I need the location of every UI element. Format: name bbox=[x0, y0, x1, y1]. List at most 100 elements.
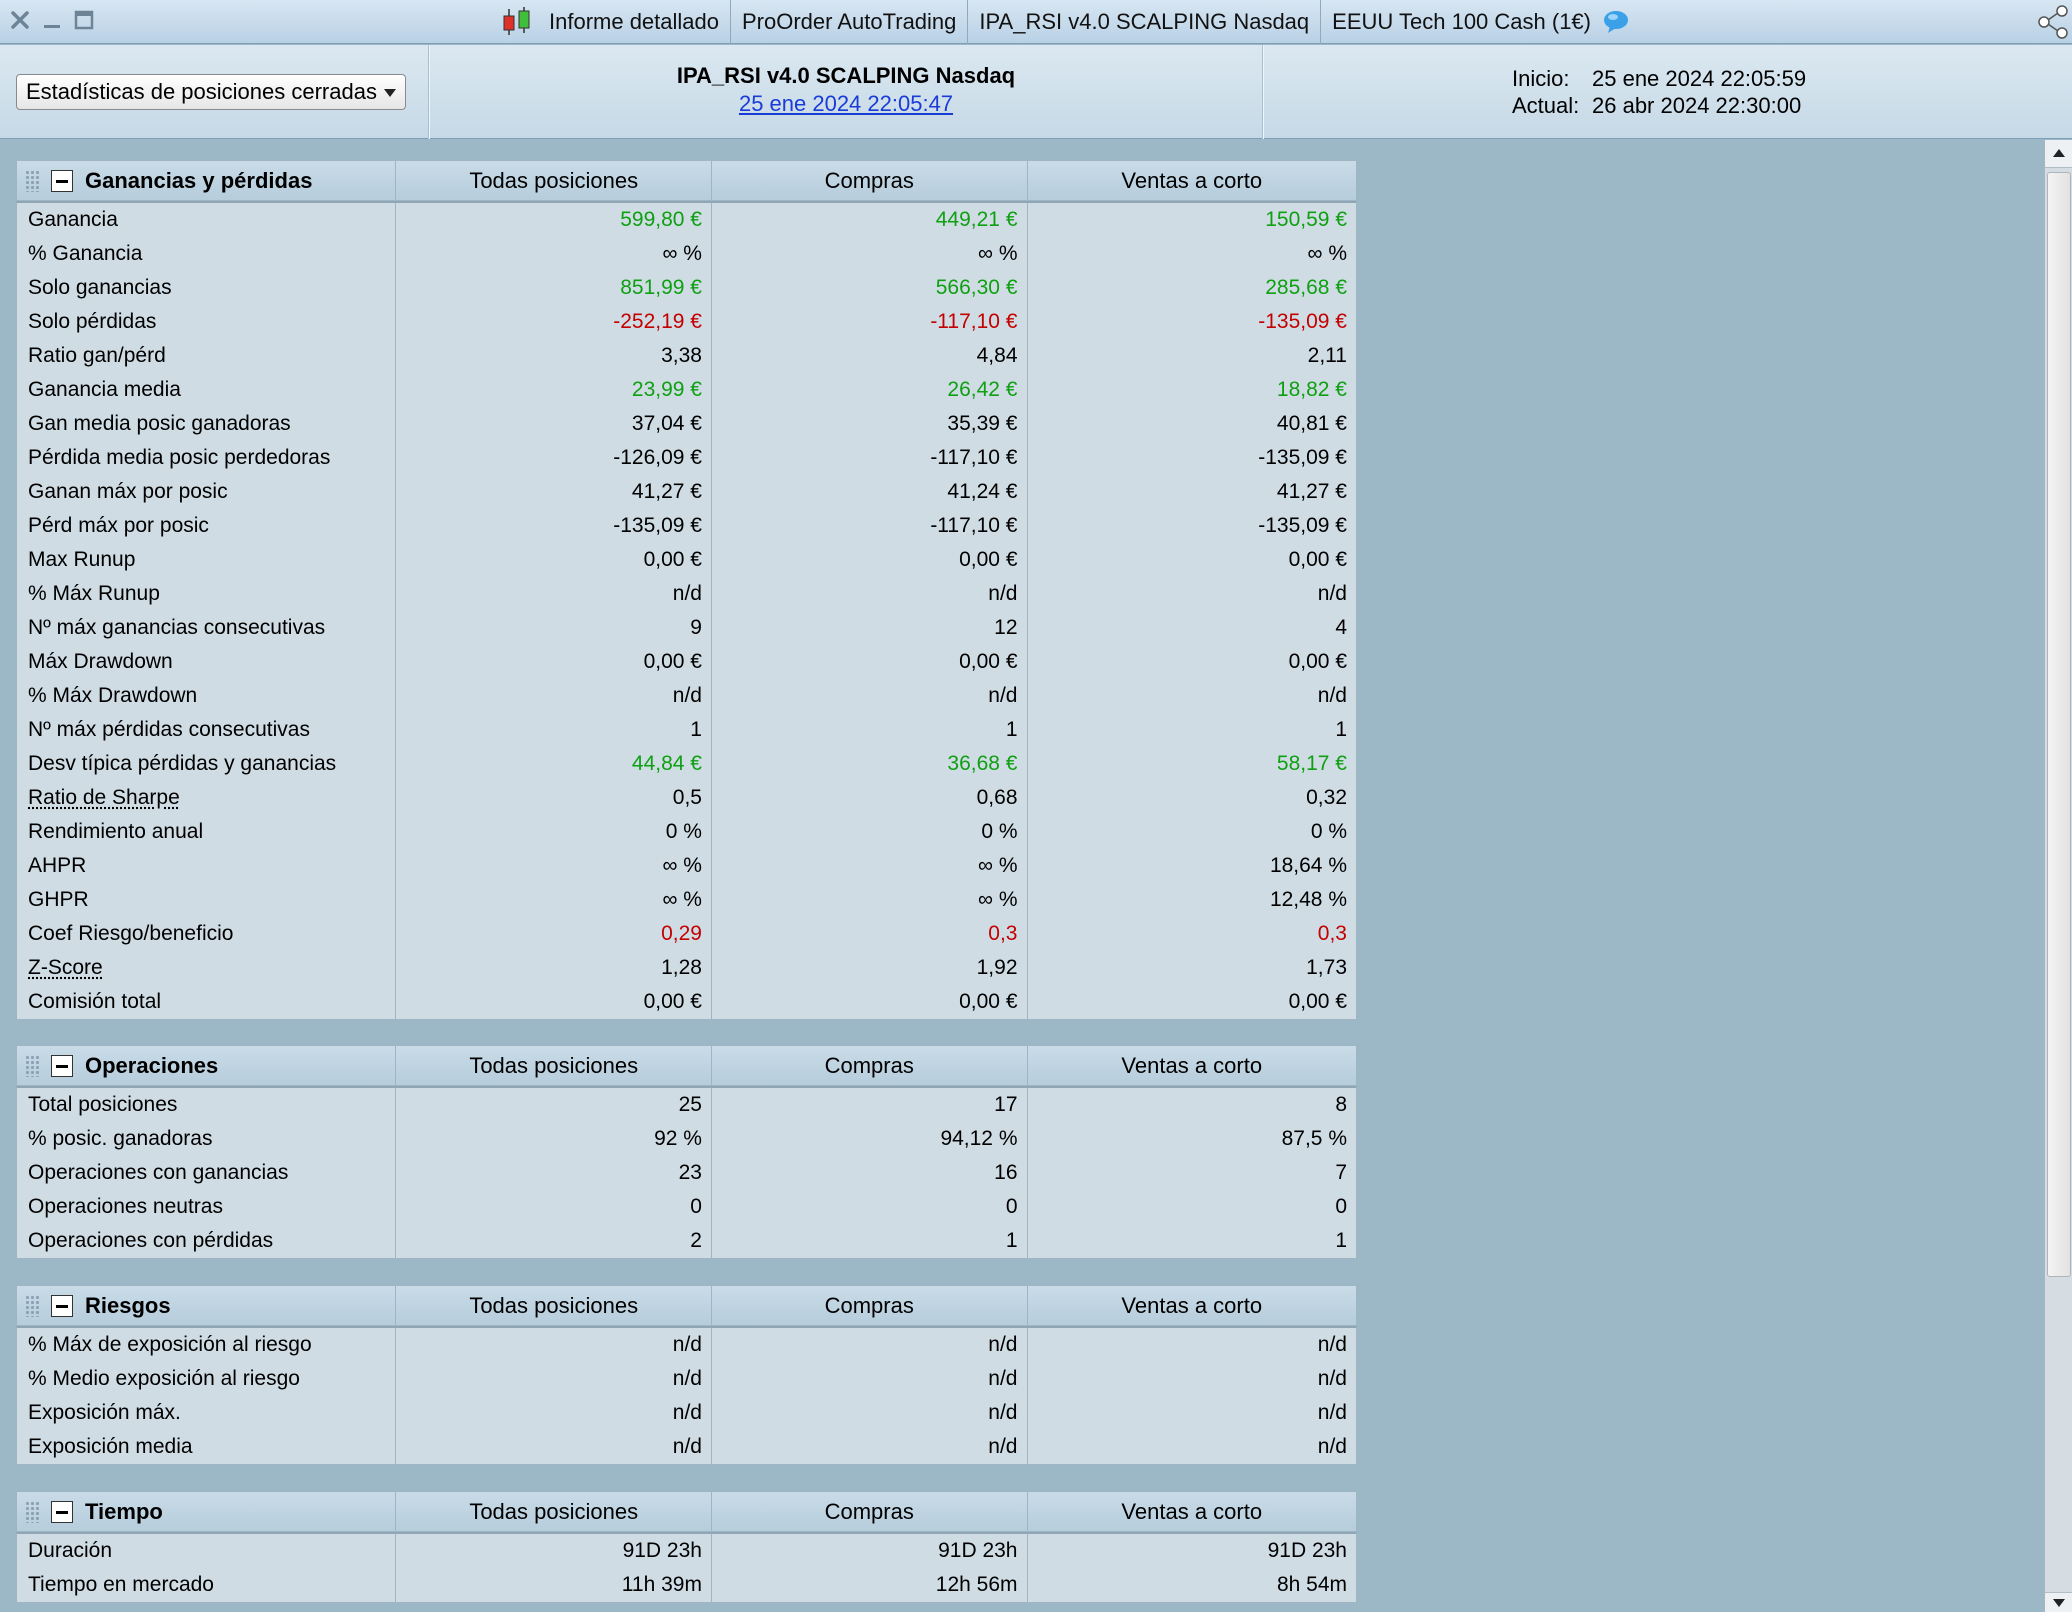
value-cell: 0,00 € bbox=[1028, 985, 1357, 1019]
value-cell: 36,68 € bbox=[712, 747, 1028, 781]
table-row: Operaciones con pérdidas 2 1 1 bbox=[17, 1224, 1356, 1258]
row-label-text: Ganan máx por posic bbox=[28, 480, 228, 504]
value-cell: 41,27 € bbox=[1028, 475, 1357, 509]
row-label[interactable]: Ratio de Sharpe bbox=[17, 781, 396, 815]
table-row: Nº máx ganancias consecutivas 9 12 4 bbox=[17, 611, 1356, 645]
table-row: Pérdida media posic perdedoras -126,09 € -… bbox=[17, 441, 1356, 475]
close-icon[interactable] bbox=[6, 6, 34, 34]
value-cell: ∞ % bbox=[396, 237, 712, 271]
value-cell: n/d bbox=[1028, 577, 1357, 611]
scroll-down-button[interactable] bbox=[2045, 1592, 2072, 1612]
row-label-text: AHPR bbox=[28, 854, 86, 878]
strategy-date-link[interactable]: 25 ene 2024 22:05:47 bbox=[430, 91, 1262, 117]
row-label: Nº máx pérdidas consecutivas bbox=[17, 713, 396, 747]
value-cell: -117,10 € bbox=[712, 305, 1028, 339]
row-label: Ratio gan/pérd bbox=[17, 339, 396, 373]
crumb-detailed-report[interactable]: Informe detallado bbox=[538, 0, 730, 44]
value-cell: -135,09 € bbox=[1028, 509, 1357, 543]
value-cell: 1,73 bbox=[1028, 951, 1357, 985]
row-label: % Máx de exposición al riesgo bbox=[17, 1328, 396, 1362]
title-breadcrumb: Informe detallado ProOrder AutoTrading I… bbox=[500, 0, 1630, 44]
section-body: Ganancia 599,80 €449,21 €150,59 €% Gananc… bbox=[16, 201, 1357, 1020]
value-cell: 87,5 % bbox=[1028, 1122, 1357, 1156]
row-label-text: Exposición media bbox=[28, 1435, 193, 1459]
section-tiempo: Tiempo Todas posiciones Compras Ventas a co… bbox=[16, 1491, 1357, 1603]
row-label-text: Solo pérdidas bbox=[28, 310, 156, 334]
value-cell: 2 bbox=[396, 1224, 712, 1258]
drag-handle-icon[interactable] bbox=[25, 1501, 41, 1523]
column-header: Ventas a corto bbox=[1028, 1492, 1357, 1531]
value-cell: 1 bbox=[1028, 713, 1357, 747]
value-cell: 92 % bbox=[396, 1122, 712, 1156]
section-title: Operaciones bbox=[85, 1053, 218, 1079]
column-header: Todas posiciones bbox=[396, 161, 712, 200]
row-label: Máx Drawdown bbox=[17, 645, 396, 679]
value-cell: ∞ % bbox=[712, 883, 1028, 917]
value-cell: 0,00 € bbox=[396, 543, 712, 577]
value-cell: 0,00 € bbox=[396, 645, 712, 679]
crumb-instrument[interactable]: EEUU Tech 100 Cash (1€) bbox=[1321, 0, 1602, 44]
row-label[interactable]: Z-Score bbox=[17, 951, 396, 985]
section-body: % Máx de exposición al riesgo n/d n/d n/d% … bbox=[16, 1326, 1357, 1465]
row-label: Duración bbox=[17, 1534, 396, 1568]
value-cell: 3,38 bbox=[396, 339, 712, 373]
section-operaciones: Operaciones Todas posiciones Compras Ventas… bbox=[16, 1045, 1357, 1259]
crumb-strategy[interactable]: IPA_RSI v4.0 SCALPING Nasdaq bbox=[968, 0, 1320, 44]
share-icon[interactable] bbox=[2032, 4, 2072, 40]
column-header: Ventas a corto bbox=[1028, 161, 1357, 200]
value-cell: -252,19 € bbox=[396, 305, 712, 339]
current-value: 26 abr 2024 22:30:00 bbox=[1592, 93, 1801, 118]
row-label-text[interactable]: Ratio de Sharpe bbox=[28, 786, 180, 810]
stats-type-dropdown[interactable]: Estadísticas de posiciones cerradas bbox=[16, 74, 406, 110]
table-row: Ganan máx por posic 41,27 €41,24 €41,27 € bbox=[17, 475, 1356, 509]
row-label: AHPR bbox=[17, 849, 396, 883]
row-label: Desv típica pérdidas y ganancias bbox=[17, 747, 396, 781]
collapse-icon[interactable] bbox=[51, 1055, 73, 1077]
collapse-icon[interactable] bbox=[51, 1501, 73, 1523]
scroll-thumb[interactable] bbox=[2047, 172, 2071, 1277]
table-row: Máx Drawdown 0,00 €0,00 €0,00 € bbox=[17, 645, 1356, 679]
title-bar: Informe detallado ProOrder AutoTrading I… bbox=[0, 0, 2072, 44]
collapse-icon[interactable] bbox=[51, 170, 73, 192]
row-label-text: Pérd máx por posic bbox=[28, 514, 209, 538]
table-row: % posic. ganadoras 92 % 94,12 % 87,5 % bbox=[17, 1122, 1356, 1156]
chat-bubble-icon[interactable] bbox=[1602, 9, 1630, 35]
value-cell: 599,80 € bbox=[396, 203, 712, 237]
table-row: Solo ganancias 851,99 €566,30 €285,68 € bbox=[17, 271, 1356, 305]
row-label-text: Rendimiento anual bbox=[28, 820, 203, 844]
start-label: Inicio: bbox=[1512, 65, 1592, 92]
section-header: Ganancias y pérdidas Todas posiciones Comp… bbox=[16, 160, 1357, 201]
value-cell: 0,00 € bbox=[396, 985, 712, 1019]
value-cell: n/d bbox=[712, 1328, 1028, 1362]
value-cell: 1 bbox=[396, 713, 712, 747]
value-cell: ∞ % bbox=[712, 849, 1028, 883]
value-cell: 0,00 € bbox=[712, 543, 1028, 577]
drag-handle-icon[interactable] bbox=[25, 1295, 41, 1317]
minimize-icon[interactable] bbox=[38, 6, 66, 34]
value-cell: 37,04 € bbox=[396, 407, 712, 441]
value-cell: 11h 39m bbox=[396, 1568, 712, 1602]
row-label: % Medio exposición al riesgo bbox=[17, 1362, 396, 1396]
table-row: Operaciones con ganancias 23 16 7 bbox=[17, 1156, 1356, 1190]
section-title-cell: Operaciones bbox=[17, 1046, 396, 1085]
table-row: % Máx de exposición al riesgo n/d n/d n/d bbox=[17, 1328, 1356, 1362]
value-cell: 1,92 bbox=[712, 951, 1028, 985]
value-cell: 23 bbox=[396, 1156, 712, 1190]
row-label-text[interactable]: Z-Score bbox=[28, 956, 103, 980]
crumb-proorder[interactable]: ProOrder AutoTrading bbox=[731, 0, 967, 44]
row-label-text: Operaciones con ganancias bbox=[28, 1161, 288, 1185]
value-cell: 58,17 € bbox=[1028, 747, 1357, 781]
value-cell: 0 bbox=[396, 1190, 712, 1224]
vertical-scrollbar[interactable] bbox=[2044, 140, 2072, 1612]
value-cell: n/d bbox=[1028, 1430, 1357, 1464]
scroll-up-button[interactable] bbox=[2045, 140, 2072, 168]
value-cell: 449,21 € bbox=[712, 203, 1028, 237]
maximize-icon[interactable] bbox=[70, 6, 98, 34]
value-cell: n/d bbox=[396, 1396, 712, 1430]
row-label-text: Nº máx pérdidas consecutivas bbox=[28, 718, 310, 742]
row-label-text: Ratio gan/pérd bbox=[28, 344, 166, 368]
drag-handle-icon[interactable] bbox=[25, 1055, 41, 1077]
section-header: Tiempo Todas posiciones Compras Ventas a co… bbox=[16, 1491, 1357, 1532]
collapse-icon[interactable] bbox=[51, 1295, 73, 1317]
drag-handle-icon[interactable] bbox=[25, 170, 41, 192]
